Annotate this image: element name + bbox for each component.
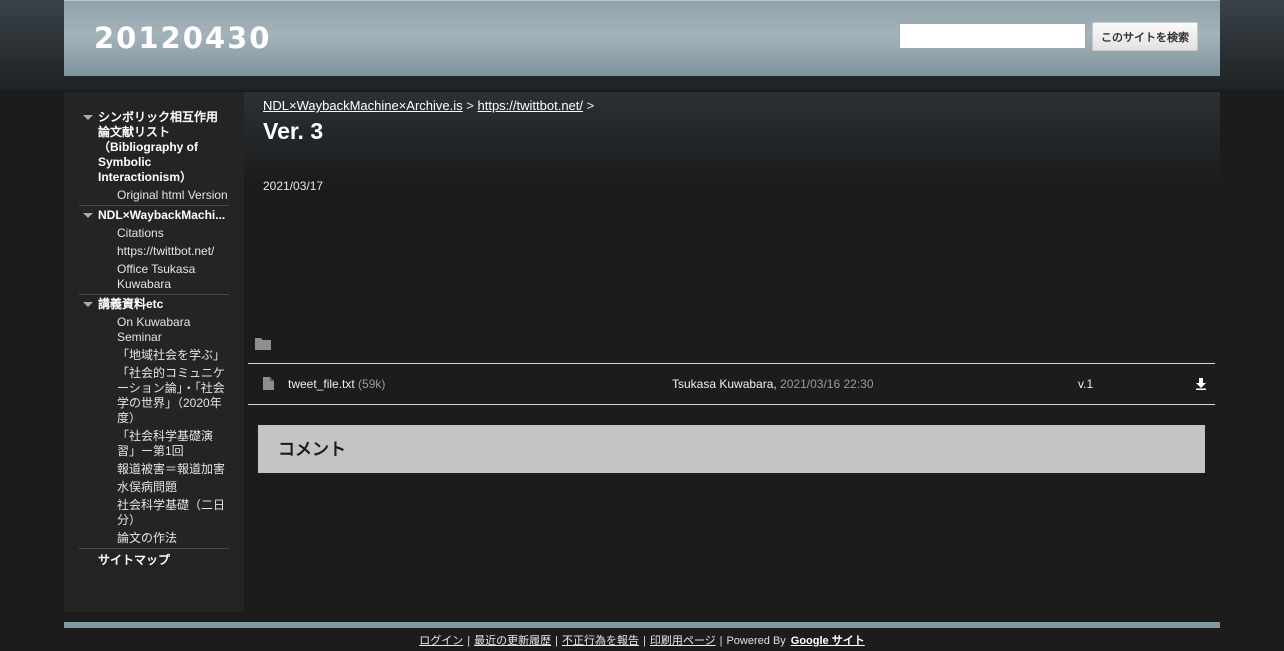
footer-powered-by: Powered By bbox=[726, 635, 786, 647]
download-icon[interactable] bbox=[1195, 378, 1207, 393]
nav-section-label[interactable]: シンボリック相互作用論文献リスト（Bibliography of Symboli… bbox=[98, 110, 218, 184]
triangle-down-icon[interactable] bbox=[83, 213, 93, 218]
sidebar-item-seminar[interactable]: On Kuwabara Seminar bbox=[79, 315, 229, 345]
nav-section-label[interactable]: 講義資料etc bbox=[98, 297, 163, 311]
sidebar-nav: シンボリック相互作用論文献リスト（Bibliography of Symboli… bbox=[79, 110, 229, 568]
footer-separator: | bbox=[642, 635, 646, 647]
sidebar-item-twittbot[interactable]: https://twittbot.net/ bbox=[79, 244, 229, 259]
nav-section-ndl: NDL×WaybackMachi... Citations https://tw… bbox=[79, 208, 229, 295]
sidebar-item-citations[interactable]: Citations bbox=[79, 226, 229, 241]
file-uploader-cell: Tsukasa Kuwabara, 2021/03/16 22:30 bbox=[672, 377, 874, 391]
footer-report-link[interactable]: 不正行為を報告 bbox=[562, 635, 639, 647]
site-header: 20120430 このサイトを検索 bbox=[64, 0, 1220, 76]
search-button[interactable]: このサイトを検索 bbox=[1092, 22, 1198, 51]
file-timestamp: 2021/03/16 22:30 bbox=[780, 377, 874, 391]
nav-section-title[interactable]: シンボリック相互作用論文献リスト（Bibliography of Symboli… bbox=[79, 110, 229, 185]
sidebar-item-office[interactable]: Office Tsukasa Kuwabara bbox=[79, 262, 229, 292]
sidebar: シンボリック相互作用論文献リスト（Bibliography of Symboli… bbox=[64, 92, 244, 612]
footer-login-link[interactable]: ログイン bbox=[419, 635, 463, 647]
folder-icon[interactable] bbox=[255, 337, 271, 355]
site-title[interactable]: 20120430 bbox=[94, 21, 271, 55]
footer: ログイン | 最近の更新履歴 | 不正行為を報告 | 印刷用ページ | Powered By Go… bbox=[0, 632, 1284, 648]
nav-section-bibliography: シンボリック相互作用論文献リスト（Bibliography of Symboli… bbox=[79, 110, 229, 206]
footer-separator: | bbox=[555, 635, 558, 647]
sidebar-item-local-society[interactable]: 「地域社会を学ぶ」 bbox=[79, 348, 229, 363]
sidebar-item-minamata[interactable]: 水俣病問題 bbox=[79, 480, 229, 495]
main-content: NDL×WaybackMachine×Archive.is > https://… bbox=[244, 92, 1220, 612]
sidebar-item-social-science-basics[interactable]: 社会科学基礎（二日分） bbox=[79, 498, 229, 528]
comments-title: コメント bbox=[278, 440, 346, 459]
breadcrumb-link-twittbot[interactable]: https://twittbot.net/ bbox=[478, 98, 584, 113]
file-uploader[interactable]: Tsukasa Kuwabara, bbox=[672, 377, 777, 391]
footer-recent-link[interactable]: 最近の更新履歴 bbox=[474, 635, 551, 647]
file-name-cell: tweet_file.txt (59k) bbox=[288, 377, 385, 391]
footer-separator: | bbox=[467, 635, 471, 647]
page-title: Ver. 3 bbox=[263, 118, 324, 144]
file-name-link[interactable]: tweet_file.txt bbox=[288, 377, 355, 391]
sidebar-item-sitemap[interactable]: サイトマップ bbox=[79, 551, 229, 568]
page-wrapper: シンボリック相互作用論文献リスト（Bibliography of Symboli… bbox=[64, 92, 1220, 612]
triangle-down-icon[interactable] bbox=[83, 115, 93, 120]
nav-section-label[interactable]: NDL×WaybackMachi... bbox=[98, 208, 225, 222]
page-date: 2021/03/17 bbox=[263, 179, 324, 193]
footer-google-sites-link[interactable]: Google サイト bbox=[791, 635, 865, 647]
breadcrumb-link-ndl[interactable]: NDL×WaybackMachine×Archive.is bbox=[263, 98, 463, 113]
sidebar-item-media-harm[interactable]: 報道被害＝報道加害 bbox=[79, 462, 229, 477]
footer-print-link[interactable]: 印刷用ページ bbox=[650, 635, 716, 647]
sidebar-item-original-html[interactable]: Original html Version bbox=[79, 188, 229, 203]
breadcrumb: NDL×WaybackMachine×Archive.is > https://… bbox=[263, 98, 594, 113]
sidebar-item-social-communication[interactable]: 「社会的コミュニケーション論」・「社会学の世界」（2020年度） bbox=[79, 366, 229, 426]
comments-section: コメント bbox=[258, 425, 1205, 473]
sidebar-item-social-science-seminar[interactable]: 「社会科学基礎演習」ー第1回 bbox=[79, 429, 229, 459]
footer-divider bbox=[64, 622, 1220, 628]
breadcrumb-separator: > bbox=[586, 98, 595, 113]
nav-section-title[interactable]: NDL×WaybackMachi... bbox=[79, 208, 229, 223]
breadcrumb-separator: > bbox=[466, 98, 474, 113]
file-size: (59k) bbox=[358, 377, 386, 391]
search-input[interactable] bbox=[899, 23, 1086, 49]
file-icon bbox=[263, 377, 274, 393]
nav-section-title[interactable]: 講義資料etc bbox=[79, 297, 229, 312]
footer-separator: | bbox=[719, 635, 723, 647]
file-version[interactable]: v.1 bbox=[1078, 377, 1093, 391]
nav-section-lectures: 講義資料etc On Kuwabara Seminar 「地域社会を学ぶ」 「社… bbox=[79, 297, 229, 549]
attachment-row: tweet_file.txt (59k) Tsukasa Kuwabara, 2… bbox=[248, 363, 1215, 405]
triangle-down-icon[interactable] bbox=[83, 302, 93, 307]
sidebar-item-paper-writing[interactable]: 論文の作法 bbox=[79, 531, 229, 546]
